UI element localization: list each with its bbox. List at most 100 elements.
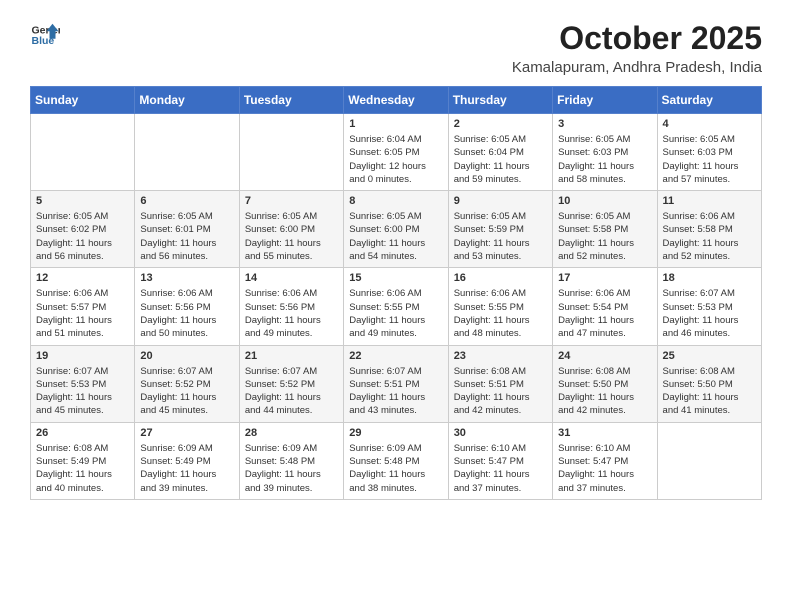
calendar-cell: 4Sunrise: 6:05 AM Sunset: 6:03 PM Daylig… [657,114,761,191]
calendar-cell: 30 Sunrise: 6:10 AM Sunset: 5:47 PM Dayli… [448,422,552,499]
calendar-cell: 25Sunrise: 6:08 AM Sunset: 5:50 PM Dayli… [657,345,761,422]
calendar-cell: 21 Sunrise: 6:07 AM Sunset: 5:52 PM Dayli… [239,345,343,422]
calendar-cell: 28 Sunrise: 6:09 AM Sunset: 5:48 PM Dayli… [239,422,343,499]
logo-icon: General Blue [30,20,60,50]
day-info: Sunrise: 6:10 AM Sunset: 5:47 PM Dayligh… [454,442,547,495]
day-number: 22 [349,350,442,362]
day-number: 17 [558,272,651,284]
calendar-header-tuesday: Tuesday [239,87,343,114]
day-number: 2 [454,118,547,130]
calendar-cell: 26Sunrise: 6:08 AM Sunset: 5:49 PM Dayli… [31,422,135,499]
day-number: 11 [663,195,756,207]
title-area: October 2025 Kamalapuram, Andhra Pradesh… [512,20,762,76]
calendar-cell: 6 Sunrise: 6:05 AM Sunset: 6:01 PM Daylig… [135,191,239,268]
day-info: Sunrise: 6:05 AM Sunset: 6:04 PM Dayligh… [454,133,547,186]
day-info: Sunrise: 6:07 AM Sunset: 5:52 PM Dayligh… [140,365,233,418]
day-info: Sunrise: 6:10 AM Sunset: 5:47 PM Dayligh… [558,442,651,495]
calendar-cell: 9 Sunrise: 6:05 AM Sunset: 5:59 PM Daylig… [448,191,552,268]
calendar-cell: 14Sunrise: 6:06 AM Sunset: 5:56 PM Dayli… [239,268,343,345]
calendar-table: SundayMondayTuesdayWednesdayThursdayFrid… [30,86,762,500]
day-info: Sunrise: 6:09 AM Sunset: 5:48 PM Dayligh… [245,442,338,495]
calendar-cell: 1 Sunrise: 6:04 AM Sunset: 6:05 PM Daylig… [344,114,448,191]
calendar-cell: 27 Sunrise: 6:09 AM Sunset: 5:49 PM Dayli… [135,422,239,499]
calendar-header-saturday: Saturday [657,87,761,114]
day-number: 3 [558,118,651,130]
calendar-cell: 19 Sunrise: 6:07 AM Sunset: 5:53 PM Dayli… [31,345,135,422]
day-info: Sunrise: 6:08 AM Sunset: 5:50 PM Dayligh… [663,365,756,418]
day-number: 6 [140,195,233,207]
day-number: 9 [454,195,547,207]
calendar-cell: 22 Sunrise: 6:07 AM Sunset: 5:51 PM Dayli… [344,345,448,422]
day-info: Sunrise: 6:06 AM Sunset: 5:57 PM Dayligh… [36,287,129,340]
day-info: Sunrise: 6:07 AM Sunset: 5:53 PM Dayligh… [36,365,129,418]
day-number: 19 [36,350,129,362]
day-number: 28 [245,427,338,439]
calendar-cell: 8 Sunrise: 6:05 AM Sunset: 6:00 PM Daylig… [344,191,448,268]
calendar-week-row: 5 Sunrise: 6:05 AM Sunset: 6:02 PM Daylig… [31,191,762,268]
day-number: 13 [140,272,233,284]
calendar-cell: 5 Sunrise: 6:05 AM Sunset: 6:02 PM Daylig… [31,191,135,268]
day-info: Sunrise: 6:06 AM Sunset: 5:56 PM Dayligh… [140,287,233,340]
calendar-cell: 17 Sunrise: 6:06 AM Sunset: 5:54 PM Dayli… [553,268,657,345]
calendar-cell: 3Sunrise: 6:05 AM Sunset: 6:03 PM Daylig… [553,114,657,191]
calendar-header-sunday: Sunday [31,87,135,114]
day-info: Sunrise: 6:04 AM Sunset: 6:05 PM Dayligh… [349,133,442,186]
calendar-cell [31,114,135,191]
calendar-header-thursday: Thursday [448,87,552,114]
day-number: 31 [558,427,651,439]
calendar-week-row: 26Sunrise: 6:08 AM Sunset: 5:49 PM Dayli… [31,422,762,499]
calendar-header-row: SundayMondayTuesdayWednesdayThursdayFrid… [31,87,762,114]
day-info: Sunrise: 6:09 AM Sunset: 5:48 PM Dayligh… [349,442,442,495]
day-number: 8 [349,195,442,207]
day-number: 18 [663,272,756,284]
day-number: 15 [349,272,442,284]
day-number: 7 [245,195,338,207]
day-info: Sunrise: 6:08 AM Sunset: 5:50 PM Dayligh… [558,365,651,418]
calendar-header-friday: Friday [553,87,657,114]
day-info: Sunrise: 6:07 AM Sunset: 5:52 PM Dayligh… [245,365,338,418]
day-info: Sunrise: 6:08 AM Sunset: 5:51 PM Dayligh… [454,365,547,418]
calendar-cell [239,114,343,191]
day-info: Sunrise: 6:05 AM Sunset: 6:00 PM Dayligh… [245,210,338,263]
day-info: Sunrise: 6:05 AM Sunset: 5:59 PM Dayligh… [454,210,547,263]
calendar-cell: 31 Sunrise: 6:10 AM Sunset: 5:47 PM Dayli… [553,422,657,499]
day-number: 5 [36,195,129,207]
calendar-cell: 23Sunrise: 6:08 AM Sunset: 5:51 PM Dayli… [448,345,552,422]
day-number: 27 [140,427,233,439]
day-info: Sunrise: 6:09 AM Sunset: 5:49 PM Dayligh… [140,442,233,495]
day-info: Sunrise: 6:05 AM Sunset: 6:01 PM Dayligh… [140,210,233,263]
calendar-week-row: 1 Sunrise: 6:04 AM Sunset: 6:05 PM Daylig… [31,114,762,191]
day-number: 30 [454,427,547,439]
day-number: 24 [558,350,651,362]
day-info: Sunrise: 6:07 AM Sunset: 5:51 PM Dayligh… [349,365,442,418]
logo: General Blue [30,20,60,50]
calendar-cell: 13 Sunrise: 6:06 AM Sunset: 5:56 PM Dayli… [135,268,239,345]
calendar-cell: 11 Sunrise: 6:06 AM Sunset: 5:58 PM Dayli… [657,191,761,268]
day-info: Sunrise: 6:06 AM Sunset: 5:58 PM Dayligh… [663,210,756,263]
calendar-cell: 7 Sunrise: 6:05 AM Sunset: 6:00 PM Daylig… [239,191,343,268]
calendar-cell: 24 Sunrise: 6:08 AM Sunset: 5:50 PM Dayli… [553,345,657,422]
calendar-cell: 2 Sunrise: 6:05 AM Sunset: 6:04 PM Daylig… [448,114,552,191]
day-number: 1 [349,118,442,130]
calendar-header-monday: Monday [135,87,239,114]
calendar-week-row: 12Sunrise: 6:06 AM Sunset: 5:57 PM Dayli… [31,268,762,345]
day-number: 21 [245,350,338,362]
day-info: Sunrise: 6:05 AM Sunset: 5:58 PM Dayligh… [558,210,651,263]
day-info: Sunrise: 6:06 AM Sunset: 5:55 PM Dayligh… [349,287,442,340]
day-info: Sunrise: 6:06 AM Sunset: 5:54 PM Dayligh… [558,287,651,340]
day-info: Sunrise: 6:05 AM Sunset: 6:00 PM Dayligh… [349,210,442,263]
day-info: Sunrise: 6:06 AM Sunset: 5:56 PM Dayligh… [245,287,338,340]
day-number: 10 [558,195,651,207]
calendar-week-row: 19 Sunrise: 6:07 AM Sunset: 5:53 PM Dayli… [31,345,762,422]
calendar-cell: 16Sunrise: 6:06 AM Sunset: 5:55 PM Dayli… [448,268,552,345]
page-title: October 2025 [512,20,762,57]
calendar-cell: 20 Sunrise: 6:07 AM Sunset: 5:52 PM Dayli… [135,345,239,422]
page-subtitle: Kamalapuram, Andhra Pradesh, India [512,59,762,76]
day-number: 20 [140,350,233,362]
calendar-cell: 15 Sunrise: 6:06 AM Sunset: 5:55 PM Dayli… [344,268,448,345]
day-number: 29 [349,427,442,439]
day-number: 26 [36,427,129,439]
day-info: Sunrise: 6:05 AM Sunset: 6:02 PM Dayligh… [36,210,129,263]
calendar-cell: 18Sunrise: 6:07 AM Sunset: 5:53 PM Dayli… [657,268,761,345]
day-number: 16 [454,272,547,284]
